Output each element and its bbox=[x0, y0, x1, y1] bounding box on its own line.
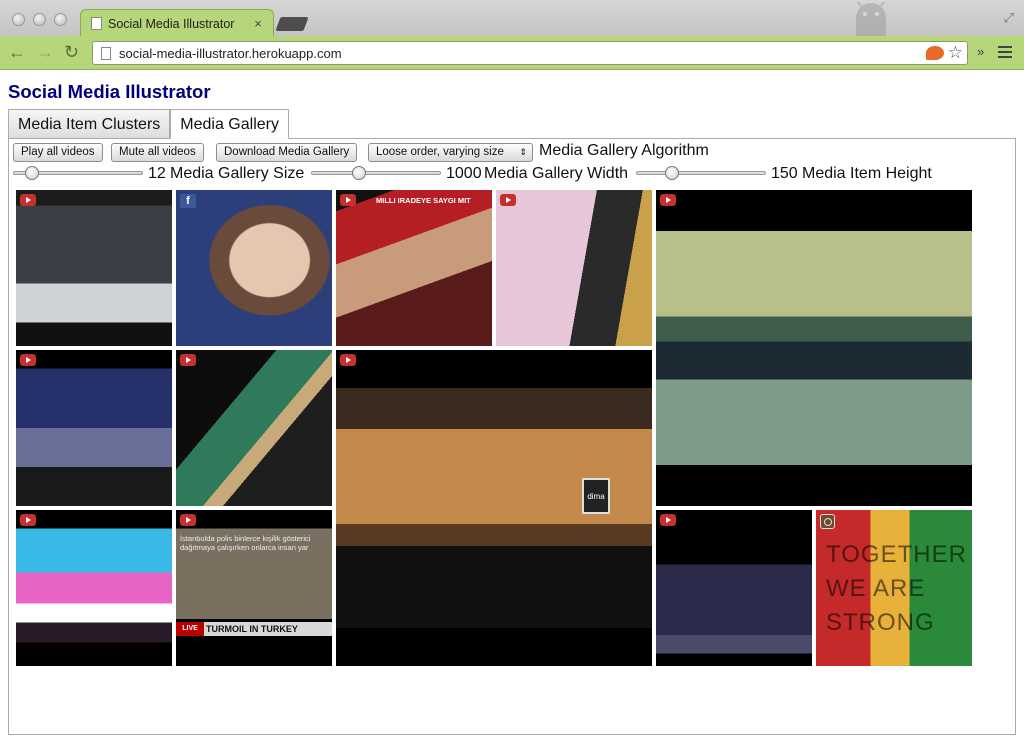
algorithm-select[interactable]: Loose order, varying size ⇕ bbox=[368, 143, 533, 162]
new-tab-button[interactable] bbox=[275, 17, 309, 31]
slider-thumb[interactable] bbox=[351, 166, 366, 180]
slider-track bbox=[636, 171, 766, 175]
bookmark-star-icon[interactable]: ☆ bbox=[948, 43, 963, 63]
item-height-value: 150 bbox=[771, 165, 798, 182]
youtube-icon bbox=[180, 354, 196, 366]
tab-close-icon[interactable]: × bbox=[249, 16, 267, 31]
news-headline: TURMOIL IN TURKEY bbox=[206, 624, 298, 634]
youtube-icon bbox=[20, 194, 36, 206]
media-item-video[interactable]: İstanbulda polis binlerce kişilik göster… bbox=[176, 510, 332, 666]
fullscreen-icon[interactable]: ⤢ bbox=[1004, 10, 1014, 26]
video-caption: İstanbulda polis binlerce kişilik göster… bbox=[180, 534, 311, 552]
back-button[interactable]: ← bbox=[8, 42, 26, 62]
tab-media-item-clusters[interactable]: Media Item Clusters bbox=[8, 109, 171, 139]
media-item-video[interactable] bbox=[656, 190, 972, 506]
photo-text: TOGETHER WE ARE STRONG bbox=[826, 541, 967, 636]
youtube-icon bbox=[660, 514, 676, 526]
page-title: Social Media Illustrator bbox=[8, 81, 211, 102]
download-gallery-button[interactable]: Download Media Gallery bbox=[216, 143, 358, 162]
youtube-icon bbox=[660, 194, 676, 206]
youtube-icon bbox=[20, 514, 36, 526]
extension-icon[interactable] bbox=[925, 46, 944, 60]
media-item-video[interactable] bbox=[16, 510, 172, 666]
browser-menu-icon[interactable] bbox=[998, 46, 1012, 61]
slider-track bbox=[311, 171, 441, 175]
slider-thumb[interactable] bbox=[665, 166, 679, 180]
tab-media-gallery[interactable]: Media Gallery bbox=[170, 109, 289, 139]
media-item-video[interactable] bbox=[496, 190, 652, 346]
play-all-videos-button[interactable]: Play all videos bbox=[13, 143, 103, 162]
close-window-button[interactable] bbox=[12, 13, 25, 26]
news-ticker: LIVE TURMOIL IN TURKEY bbox=[176, 622, 332, 636]
tab-bar: Media Item Clusters Media Gallery bbox=[8, 109, 289, 139]
media-item-video[interactable]: MILLI IRADEYE SAYGI MIT bbox=[336, 190, 492, 346]
media-item-video[interactable] bbox=[16, 190, 172, 346]
youtube-icon bbox=[340, 354, 356, 366]
youtube-icon bbox=[180, 514, 196, 526]
youtube-icon bbox=[500, 194, 516, 206]
tab-title: Social Media Illustrator bbox=[108, 16, 235, 31]
reload-button[interactable]: ↻ bbox=[64, 42, 79, 62]
minimize-window-button[interactable] bbox=[33, 13, 46, 26]
select-arrow-icon: ⇕ bbox=[519, 147, 527, 157]
gallery-width-slider[interactable] bbox=[311, 166, 441, 180]
item-height-slider[interactable] bbox=[636, 166, 766, 180]
gallery-size-slider[interactable] bbox=[13, 166, 143, 180]
media-item-video[interactable] bbox=[656, 510, 812, 666]
gallery-size-value: 12 bbox=[148, 165, 166, 182]
slider-thumb[interactable] bbox=[24, 166, 39, 180]
android-mascot-icon bbox=[856, 2, 886, 36]
media-item-video[interactable] bbox=[176, 350, 332, 506]
item-height-label: Media Item Height bbox=[802, 165, 932, 182]
store-sign: dima bbox=[582, 478, 610, 514]
algorithm-select-value: Loose order, varying size bbox=[376, 146, 504, 158]
gallery-size-label: Media Gallery Size bbox=[170, 165, 305, 182]
address-bar[interactable]: social-media-illustrator.herokuapp.com ☆ bbox=[92, 41, 968, 65]
instagram-icon bbox=[820, 514, 835, 529]
live-label: LIVE bbox=[176, 622, 204, 636]
video-caption: MILLI IRADEYE SAYGI MIT bbox=[376, 196, 471, 205]
window-titlebar: Social Media Illustrator × ⤢ bbox=[0, 0, 1024, 37]
algorithm-label: Media Gallery Algorithm bbox=[539, 142, 709, 159]
media-item-video[interactable] bbox=[16, 350, 172, 506]
mute-all-videos-button[interactable]: Mute all videos bbox=[111, 143, 204, 162]
youtube-icon bbox=[340, 194, 356, 206]
gallery-width-label: Media Gallery Width bbox=[484, 165, 629, 182]
page-icon bbox=[91, 17, 102, 30]
url-text[interactable]: social-media-illustrator.herokuapp.com bbox=[119, 46, 926, 61]
zoom-window-button[interactable] bbox=[54, 13, 67, 26]
gallery-width-value: 1000 bbox=[446, 165, 482, 182]
page-icon bbox=[101, 46, 111, 60]
extensions-overflow-icon[interactable]: » bbox=[977, 44, 984, 59]
forward-button[interactable]: → bbox=[36, 42, 54, 62]
media-item-video[interactable]: dima bbox=[336, 350, 652, 666]
media-item-photo[interactable]: f bbox=[176, 190, 332, 346]
facebook-icon: f bbox=[180, 194, 196, 208]
browser-tab[interactable]: Social Media Illustrator × bbox=[80, 9, 274, 37]
browser-toolbar: ← → ↻ social-media-illustrator.herokuapp… bbox=[0, 36, 1024, 70]
media-item-photo[interactable]: TOGETHER WE ARE STRONG bbox=[816, 510, 972, 666]
youtube-icon bbox=[20, 354, 36, 366]
